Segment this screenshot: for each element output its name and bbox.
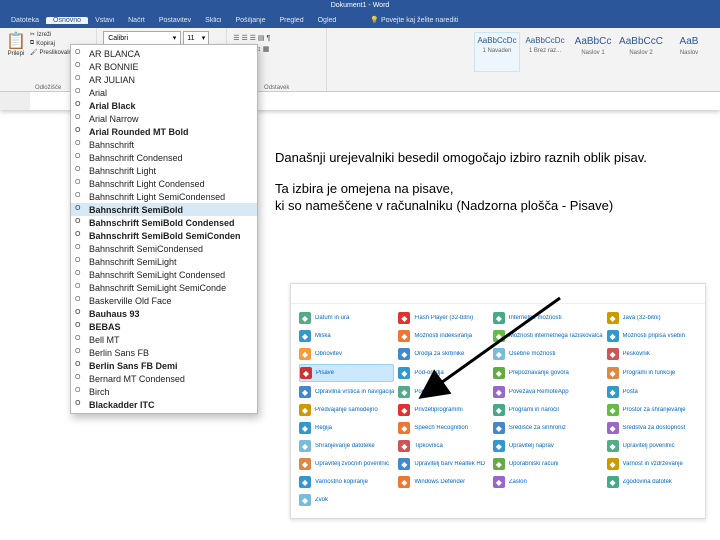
ribbon-tab-pošiljanje[interactable]: Pošiljanje xyxy=(229,17,273,24)
font-option[interactable]: Arial Rounded MT Bold xyxy=(71,125,257,138)
cpanel-item[interactable]: ◆Središče za sinhroniz xyxy=(493,420,603,436)
cpanel-item[interactable]: ◆Pisave xyxy=(299,364,394,382)
cpanel-item[interactable]: ◆Varnost in vzdrževanje xyxy=(607,456,697,472)
cpanel-item[interactable]: ◆Datum in ura xyxy=(299,310,394,326)
font-option[interactable]: Bahnschrift SemiBold SemiConden xyxy=(71,229,257,242)
font-option[interactable]: Arial Black xyxy=(71,99,257,112)
paste-button[interactable]: 📋 Prilepi xyxy=(6,31,26,81)
font-option[interactable]: Bahnschrift Condensed xyxy=(71,151,257,164)
explain-p2: Ta izbira je omejena na pisave, ki so na… xyxy=(275,181,716,215)
cpanel-item[interactable]: ◆Miška xyxy=(299,328,394,344)
font-option[interactable]: Bahnschrift SemiLight SemiConde xyxy=(71,281,257,294)
cpanel-item[interactable]: ◆Obnovitev xyxy=(299,346,394,362)
font-option[interactable]: Arial xyxy=(71,86,257,99)
cpanel-item[interactable]: ◆Upravitelj zvočnih poverilnic xyxy=(299,456,394,472)
clipboard-icon: 📋 xyxy=(6,31,26,51)
font-option[interactable]: Bahnschrift xyxy=(71,138,257,151)
cpanel-item[interactable]: ◆Predvajanje samodejno xyxy=(299,402,394,418)
style-2[interactable]: AaBbCcNaslov 1 xyxy=(570,32,616,72)
ribbon-tab-postavitev[interactable]: Postavitev xyxy=(152,17,198,24)
cpanel-item[interactable]: ◆Shranjevanje datoteke xyxy=(299,438,394,454)
cpanel-item[interactable]: ◆Zgodovina datotek xyxy=(607,474,697,490)
cpanel-item xyxy=(607,492,697,508)
font-option[interactable]: Bahnschrift SemiBold Condensed xyxy=(71,216,257,229)
cpanel-item[interactable]: ◆Upravitelj naprav xyxy=(493,438,603,454)
chevron-down-icon: ▾ xyxy=(202,34,206,42)
font-option[interactable]: Bahnschrift Light Condensed xyxy=(71,177,257,190)
font-dropdown[interactable]: AR BLANCAAR BONNIEAR JULIANArialArial Bl… xyxy=(70,44,258,414)
cpanel-item[interactable]: ◆Peskovnik xyxy=(607,346,697,362)
cpanel-item[interactable]: ◆Upravitelj poverilnic xyxy=(607,438,697,454)
ribbon-tab-osnovno[interactable]: Osnovno xyxy=(46,17,88,24)
cpanel-item[interactable]: ◆Regija xyxy=(299,420,394,436)
font-option[interactable]: AR BONNIE xyxy=(71,60,257,73)
cpanel-item[interactable]: ◆Prostor za shranjevanje xyxy=(607,402,697,418)
cpanel-item[interactable]: ◆Pošta xyxy=(607,384,697,400)
style-4[interactable]: AaBNaslov xyxy=(666,32,712,72)
explain-p1: Današnji urejevalniki besedil omogočajo … xyxy=(275,150,716,167)
font-option[interactable]: Birch xyxy=(71,385,257,398)
chevron-down-icon: ▾ xyxy=(173,34,177,42)
cpanel-item[interactable]: ◆Zvok xyxy=(299,492,394,508)
style-0[interactable]: AaBbCcDc1 Navaden xyxy=(474,32,520,72)
styles-gallery[interactable]: AaBbCcDc1 NavadenAaBbCcDc1 Brez raz...Aa… xyxy=(474,28,712,91)
cpanel-item[interactable]: ◆Tipkovnica xyxy=(398,438,488,454)
style-1[interactable]: AaBbCcDc1 Brez raz... xyxy=(522,32,568,72)
cpanel-item[interactable]: ◆Uporabniški računi xyxy=(493,456,603,472)
font-option[interactable]: Bahnschrift SemiLight xyxy=(71,255,257,268)
font-option[interactable]: Berlin Sans FB xyxy=(71,346,257,359)
cpanel-item[interactable]: ◆Speech Recognition xyxy=(398,420,488,436)
font-option[interactable]: Bauhaus 93 xyxy=(71,307,257,320)
font-option[interactable]: Bahnschrift SemiLight Condensed xyxy=(71,268,257,281)
cpanel-item[interactable]: ◆Sredstva za dostopnost xyxy=(607,420,697,436)
cut-button[interactable]: ✂ Izreži xyxy=(30,31,90,38)
ribbon-tab-načrt[interactable]: Načrt xyxy=(121,17,152,24)
cpanel-item[interactable]: ◆Java (32-bitni) xyxy=(607,310,697,326)
style-3[interactable]: AaBbCcCNaslov 2 xyxy=(618,32,664,72)
ribbon-tabs: DatotekaOsnovnoVstaviNačrtPostavitevSkli… xyxy=(0,12,720,28)
font-option[interactable]: Bahnschrift SemiCondensed xyxy=(71,242,257,255)
ribbon-tab-sklici[interactable]: Sklici xyxy=(198,17,228,24)
window-title: Dokument1 - Word xyxy=(0,0,720,12)
cpanel-item[interactable]: ◆Windows Defender xyxy=(398,474,488,490)
cpanel-item xyxy=(398,492,488,508)
cpanel-item[interactable]: ◆Opravilna vrstica in navigacija xyxy=(299,384,394,400)
font-option[interactable]: AR BLANCA xyxy=(71,47,257,60)
font-option[interactable]: Bell MT xyxy=(71,333,257,346)
font-option[interactable]: Baskerville Old Face xyxy=(71,294,257,307)
font-option[interactable]: AR JULIAN xyxy=(71,73,257,86)
cpanel-item[interactable]: ◆Upravitelj barv Realtek HD xyxy=(398,456,488,472)
cpanel-item[interactable]: ◆Zaslon xyxy=(493,474,603,490)
explanation-text: Današnji urejevalniki besedil omogočajo … xyxy=(275,150,716,229)
font-option[interactable]: Berlin Sans FB Demi xyxy=(71,359,257,372)
cpanel-item[interactable]: ◆Možnosti pripisa vsebin xyxy=(607,328,697,344)
font-option[interactable]: Blackadder ITC xyxy=(71,398,257,411)
font-size-combo[interactable]: 11 ▾ xyxy=(183,31,209,45)
cpanel-item[interactable]: ◆Varnostno kopiranje xyxy=(299,474,394,490)
ribbon-tab-datoteka[interactable]: Datoteka xyxy=(4,17,46,24)
font-option[interactable]: Bernard MT Condensed xyxy=(71,372,257,385)
annotation-arrow xyxy=(430,290,570,405)
ribbon-tab-pregled[interactable]: Pregled xyxy=(272,17,310,24)
font-option[interactable]: BEBAS xyxy=(71,320,257,333)
cpanel-item[interactable]: ◆Programi in funkcije xyxy=(607,364,697,382)
cpanel-item xyxy=(493,492,603,508)
font-option[interactable]: Arial Narrow xyxy=(71,112,257,125)
ribbon-tab-vstavi[interactable]: Vstavi xyxy=(88,17,121,24)
font-option[interactable]: Bahnschrift SemiBold xyxy=(71,203,257,216)
font-option[interactable]: Bahnschrift Light SemiCondensed xyxy=(71,190,257,203)
paste-label: Prilepi xyxy=(8,51,25,57)
font-option[interactable]: Bahnschrift Light xyxy=(71,164,257,177)
tell-me[interactable]: 💡 Povejte kaj želite narediti xyxy=(363,16,465,24)
ribbon-tab-ogled[interactable]: Ogled xyxy=(311,17,344,24)
font-name-combo[interactable]: Calibri ▾ xyxy=(103,31,181,45)
